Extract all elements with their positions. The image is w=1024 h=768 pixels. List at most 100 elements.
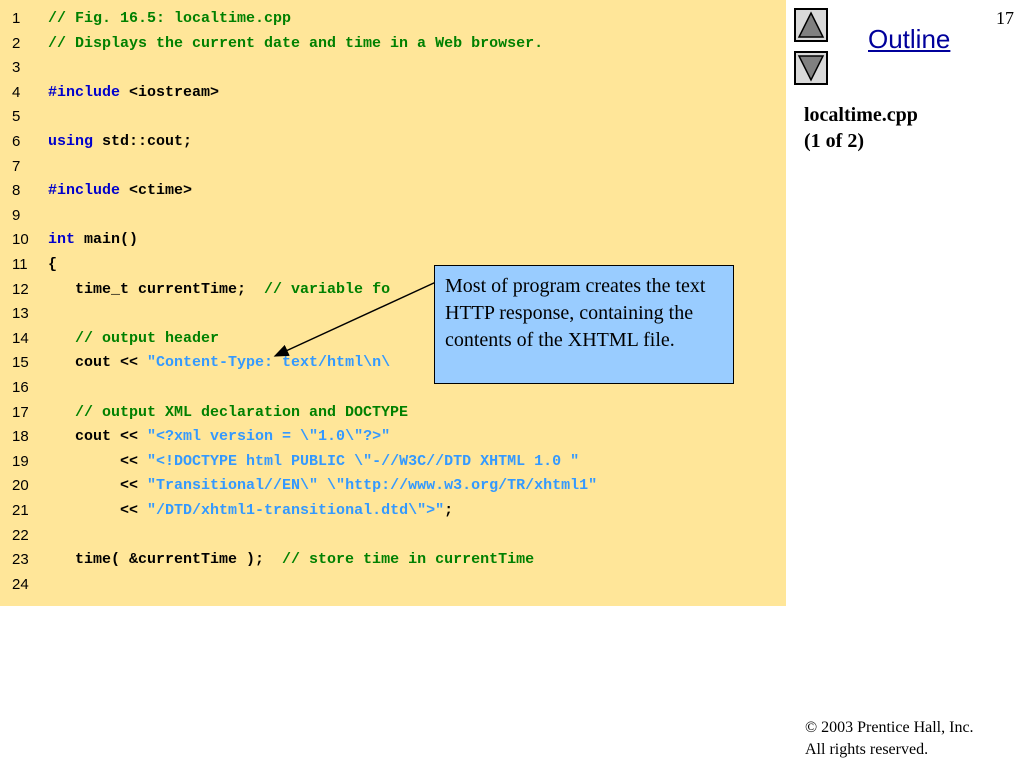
line-number: 6 [12, 133, 21, 150]
code-line: 17 // output XML declaration and DOCTYPE [0, 401, 786, 426]
code-text: time_t currentTime; // variable fo [48, 278, 390, 303]
line-number: 8 [12, 182, 21, 200]
file-title-block: localtime.cpp (1 of 2) [804, 102, 918, 154]
code-token-string: "/DTD/xhtml1-transitional.dtd\">" [147, 502, 445, 519]
code-line: 1 // Fig. 16.5: localtime.cpp [0, 7, 786, 32]
previous-slide-button[interactable] [794, 8, 828, 42]
code-token-plain: <iostream> [120, 83, 220, 101]
code-text: { [48, 253, 57, 278]
code-token-plain: << [48, 452, 148, 470]
line-number: 15 [12, 354, 29, 372]
code-line: 6 using std::cout; [0, 130, 786, 155]
code-text: time( &currentTime ); // store time in c… [48, 548, 534, 573]
line-number: 5 [12, 108, 21, 126]
code-token-string: "<!DOCTYPE html PUBLIC \"-//W3C//DTD XHT… [147, 452, 580, 470]
line-number: 3 [12, 59, 21, 77]
code-line: 10 int main() [0, 228, 786, 253]
copyright-symbol: © [805, 719, 818, 736]
code-text: // Fig. 16.5: localtime.cpp [48, 7, 291, 32]
copyright-line-2: All rights reserved. [805, 741, 929, 758]
line-number: 1 [12, 10, 21, 27]
callout-text: Most of program creates the text HTTP re… [445, 275, 706, 351]
code-text: #include <iostream> [48, 81, 219, 106]
line-number: 20 [12, 477, 29, 495]
triangle-down-icon [797, 55, 825, 82]
outline-link[interactable]: Outline [868, 24, 950, 55]
line-number: 2 [12, 34, 21, 52]
code-line: 9 [0, 204, 786, 229]
code-token-plain: main() [75, 231, 139, 249]
code-text: // Displays the current date and time in… [48, 32, 543, 57]
copyright-footer: © 2003 Prentice Hall, Inc. All rights re… [805, 717, 974, 761]
next-slide-button[interactable] [794, 51, 828, 85]
code-token-keyword: #include [48, 182, 121, 200]
line-number: 14 [12, 329, 29, 347]
copyright-line-1: 2003 Prentice Hall, Inc. [821, 719, 974, 736]
code-text: cout << "<?xml version = \"1.0\"?>" [48, 425, 390, 450]
triangle-up-icon [797, 11, 825, 38]
code-token-comment: // store time in currentTime [282, 551, 535, 569]
code-text: // output XML declaration and DOCTYPE [48, 401, 408, 426]
code-token-plain: <ctime> [120, 182, 193, 200]
code-text: cout << "Content-Type: text/html\n\ [48, 351, 390, 376]
code-token-plain: time( &currentTime ); [48, 551, 283, 569]
line-number: 22 [12, 526, 29, 544]
code-token-string: "Content-Type: text/html\n\ [147, 354, 391, 372]
code-line: 3 [0, 56, 786, 81]
slide-number: 17 [996, 8, 1014, 28]
code-line: 2 // Displays the current date and time i… [0, 32, 786, 57]
line-number: 12 [12, 280, 29, 298]
line-number: 17 [12, 403, 29, 421]
line-number: 16 [12, 379, 29, 396]
code-token-plain: time_t currentTime; [48, 280, 265, 298]
code-token-comment: // output XML declaration and DOCTYPE [48, 403, 409, 421]
code-line: 24 [0, 573, 786, 598]
line-number: 21 [12, 502, 29, 519]
code-token-plain: cout << [48, 428, 148, 446]
code-token-comment: // Fig. 16.5: localtime.cpp [48, 10, 292, 27]
code-text: #include <ctime> [48, 179, 192, 204]
code-token-plain: ; [444, 502, 454, 519]
code-token-keyword: int [48, 231, 76, 249]
line-number: 11 [12, 256, 28, 273]
code-token-plain: cout << [48, 354, 148, 372]
code-line: 20 << "Transitional//EN\" \"http://www.w… [0, 474, 786, 499]
line-number: 10 [12, 231, 29, 249]
code-text: << "/DTD/xhtml1-transitional.dtd\">"; [48, 499, 453, 524]
code-token-comment: // variable fo [264, 280, 391, 298]
code-token-comment: // output header [48, 329, 220, 347]
code-line: 8 #include <ctime> [0, 179, 786, 204]
code-token-string: "<?xml version = \"1.0\"?>" [147, 428, 391, 446]
code-line: 7 [0, 155, 786, 180]
file-part: (1 of 2) [804, 130, 864, 152]
code-line: 22 [0, 524, 786, 549]
code-token-plain: std::cout; [93, 133, 193, 150]
code-line: 5 [0, 105, 786, 130]
file-title: localtime.cpp [804, 104, 918, 126]
line-number: 23 [12, 551, 29, 569]
code-text: // output header [48, 327, 219, 352]
code-token-keyword: #include [48, 83, 121, 101]
line-number: 4 [12, 83, 21, 101]
code-token-plain: { [48, 256, 58, 273]
code-text: using std::cout; [48, 130, 192, 155]
code-token-plain: << [48, 477, 148, 495]
line-number: 13 [12, 305, 29, 323]
line-number: 19 [12, 452, 29, 470]
line-number: 9 [12, 206, 21, 224]
code-text: << "<!DOCTYPE html PUBLIC \"-//W3C//DTD … [48, 450, 579, 475]
code-line: 18 cout << "<?xml version = \"1.0\"?>" [0, 425, 786, 450]
code-text: int main() [48, 228, 138, 253]
code-token-string: "Transitional//EN\" \"http://www.w3.org/… [147, 477, 598, 495]
line-number: 18 [12, 428, 29, 446]
callout-box: Most of program creates the text HTTP re… [434, 265, 734, 384]
code-line: 23 time( &currentTime ); // store time i… [0, 548, 786, 573]
code-token-keyword: using [48, 133, 94, 150]
code-token-comment: // Displays the current date and time in… [48, 34, 544, 52]
line-number: 7 [12, 157, 21, 175]
code-line: 21 << "/DTD/xhtml1-transitional.dtd\">"; [0, 499, 786, 524]
code-line: 4 #include <iostream> [0, 81, 786, 106]
code-text: << "Transitional//EN\" \"http://www.w3.o… [48, 474, 597, 499]
code-line: 19 << "<!DOCTYPE html PUBLIC \"-//W3C//D… [0, 450, 786, 475]
line-number: 24 [12, 575, 29, 593]
